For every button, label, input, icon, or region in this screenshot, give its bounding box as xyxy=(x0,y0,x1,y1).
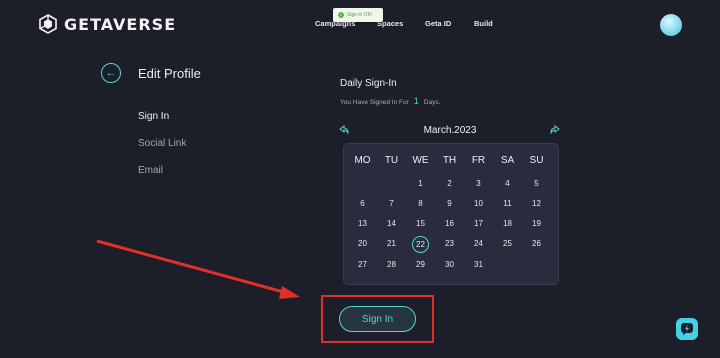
calendar-day-today[interactable]: 22 xyxy=(412,236,429,253)
weekday-header: WE xyxy=(412,155,429,166)
back-arrow-icon: ← xyxy=(105,66,117,79)
calendar-day[interactable]: 25 xyxy=(493,236,522,252)
calendar-day[interactable]: 2 xyxy=(435,176,464,192)
calendar-day[interactable]: 8 xyxy=(406,196,435,212)
calendar-day[interactable]: 13 xyxy=(348,216,377,232)
calendar-day[interactable]: 15 xyxy=(406,216,435,232)
calendar-day[interactable]: 23 xyxy=(435,236,464,252)
nav-build[interactable]: Build xyxy=(474,19,493,28)
nav-geta-id[interactable]: Geta ID xyxy=(425,19,451,28)
calendar-day[interactable]: 21 xyxy=(377,236,406,252)
weekday-header: SA xyxy=(500,155,515,166)
calendar-day[interactable]: 10 xyxy=(464,196,493,212)
signed-count: 1 xyxy=(413,96,419,106)
calendar-day[interactable]: 12 xyxy=(522,196,551,212)
page-title: Edit Profile xyxy=(138,66,201,81)
calendar-day[interactable]: 16 xyxy=(435,216,464,232)
weekday-header: TH xyxy=(442,155,457,166)
logo-icon xyxy=(39,14,57,34)
calendar-day[interactable]: 30 xyxy=(435,257,464,273)
calendar-day[interactable]: 7 xyxy=(377,196,406,212)
toast-text: Sign in OK! xyxy=(347,12,373,18)
calendar-day[interactable]: 4 xyxy=(493,176,522,192)
menu-item-sign-in[interactable]: Sign In xyxy=(138,111,169,122)
menu-item-email[interactable]: Email xyxy=(138,165,163,176)
next-month-icon[interactable] xyxy=(550,125,560,136)
logo-text: GETAVERSE xyxy=(64,14,177,34)
daily-signin-title: Daily Sign-In xyxy=(340,78,397,89)
calendar-grid: MO TU WE TH FR SA SU 1 2 3 4 5 6 7 8 9 10 11 12 13 14 15 16 17 1… xyxy=(343,143,559,285)
calendar-day[interactable]: 18 xyxy=(493,216,522,232)
signed-in-summary: You Have Signed In For 1 Days. xyxy=(340,96,440,106)
month-title: March.2023 xyxy=(423,125,477,136)
calendar-day[interactable]: 17 xyxy=(464,216,493,232)
weekday-header: SU xyxy=(529,155,544,166)
calendar-day[interactable]: 20 xyxy=(348,236,377,252)
calendar-day[interactable]: 14 xyxy=(377,216,406,232)
signed-suffix: Days. xyxy=(423,99,441,106)
menu-item-social-link[interactable]: Social Link xyxy=(138,138,186,149)
calendar-day[interactable]: 29 xyxy=(406,257,435,273)
help-icon xyxy=(681,323,693,335)
calendar-day[interactable]: 3 xyxy=(464,176,493,192)
calendar-day[interactable]: 26 xyxy=(522,236,551,252)
calendar-day[interactable]: 28 xyxy=(377,257,406,273)
calendar-day[interactable]: 1 xyxy=(406,176,435,192)
calendar-day[interactable]: 27 xyxy=(348,257,377,273)
weekday-header: FR xyxy=(471,155,486,166)
calendar-day[interactable]: 24 xyxy=(464,236,493,252)
calendar-day[interactable]: 31 xyxy=(464,257,493,273)
help-button[interactable] xyxy=(676,318,698,340)
logo[interactable]: GETAVERSE xyxy=(38,14,176,34)
weekday-header: TU xyxy=(384,155,399,166)
calendar-day[interactable]: 6 xyxy=(348,196,377,212)
toast-notification: ✓ Sign in OK! xyxy=(333,8,383,22)
back-button[interactable]: ← xyxy=(101,63,121,83)
calendar-day[interactable]: 9 xyxy=(435,196,464,212)
avatar[interactable] xyxy=(660,14,682,36)
check-icon: ✓ xyxy=(338,12,344,18)
calendar-day[interactable]: 11 xyxy=(493,196,522,212)
signed-prefix: You Have Signed In For xyxy=(340,99,409,106)
prev-month-icon[interactable] xyxy=(339,125,349,136)
annotation-highlight-box xyxy=(321,295,434,343)
calendar-day[interactable]: 5 xyxy=(522,176,551,192)
calendar-day[interactable]: 19 xyxy=(522,216,551,232)
weekday-header: MO xyxy=(354,155,371,166)
